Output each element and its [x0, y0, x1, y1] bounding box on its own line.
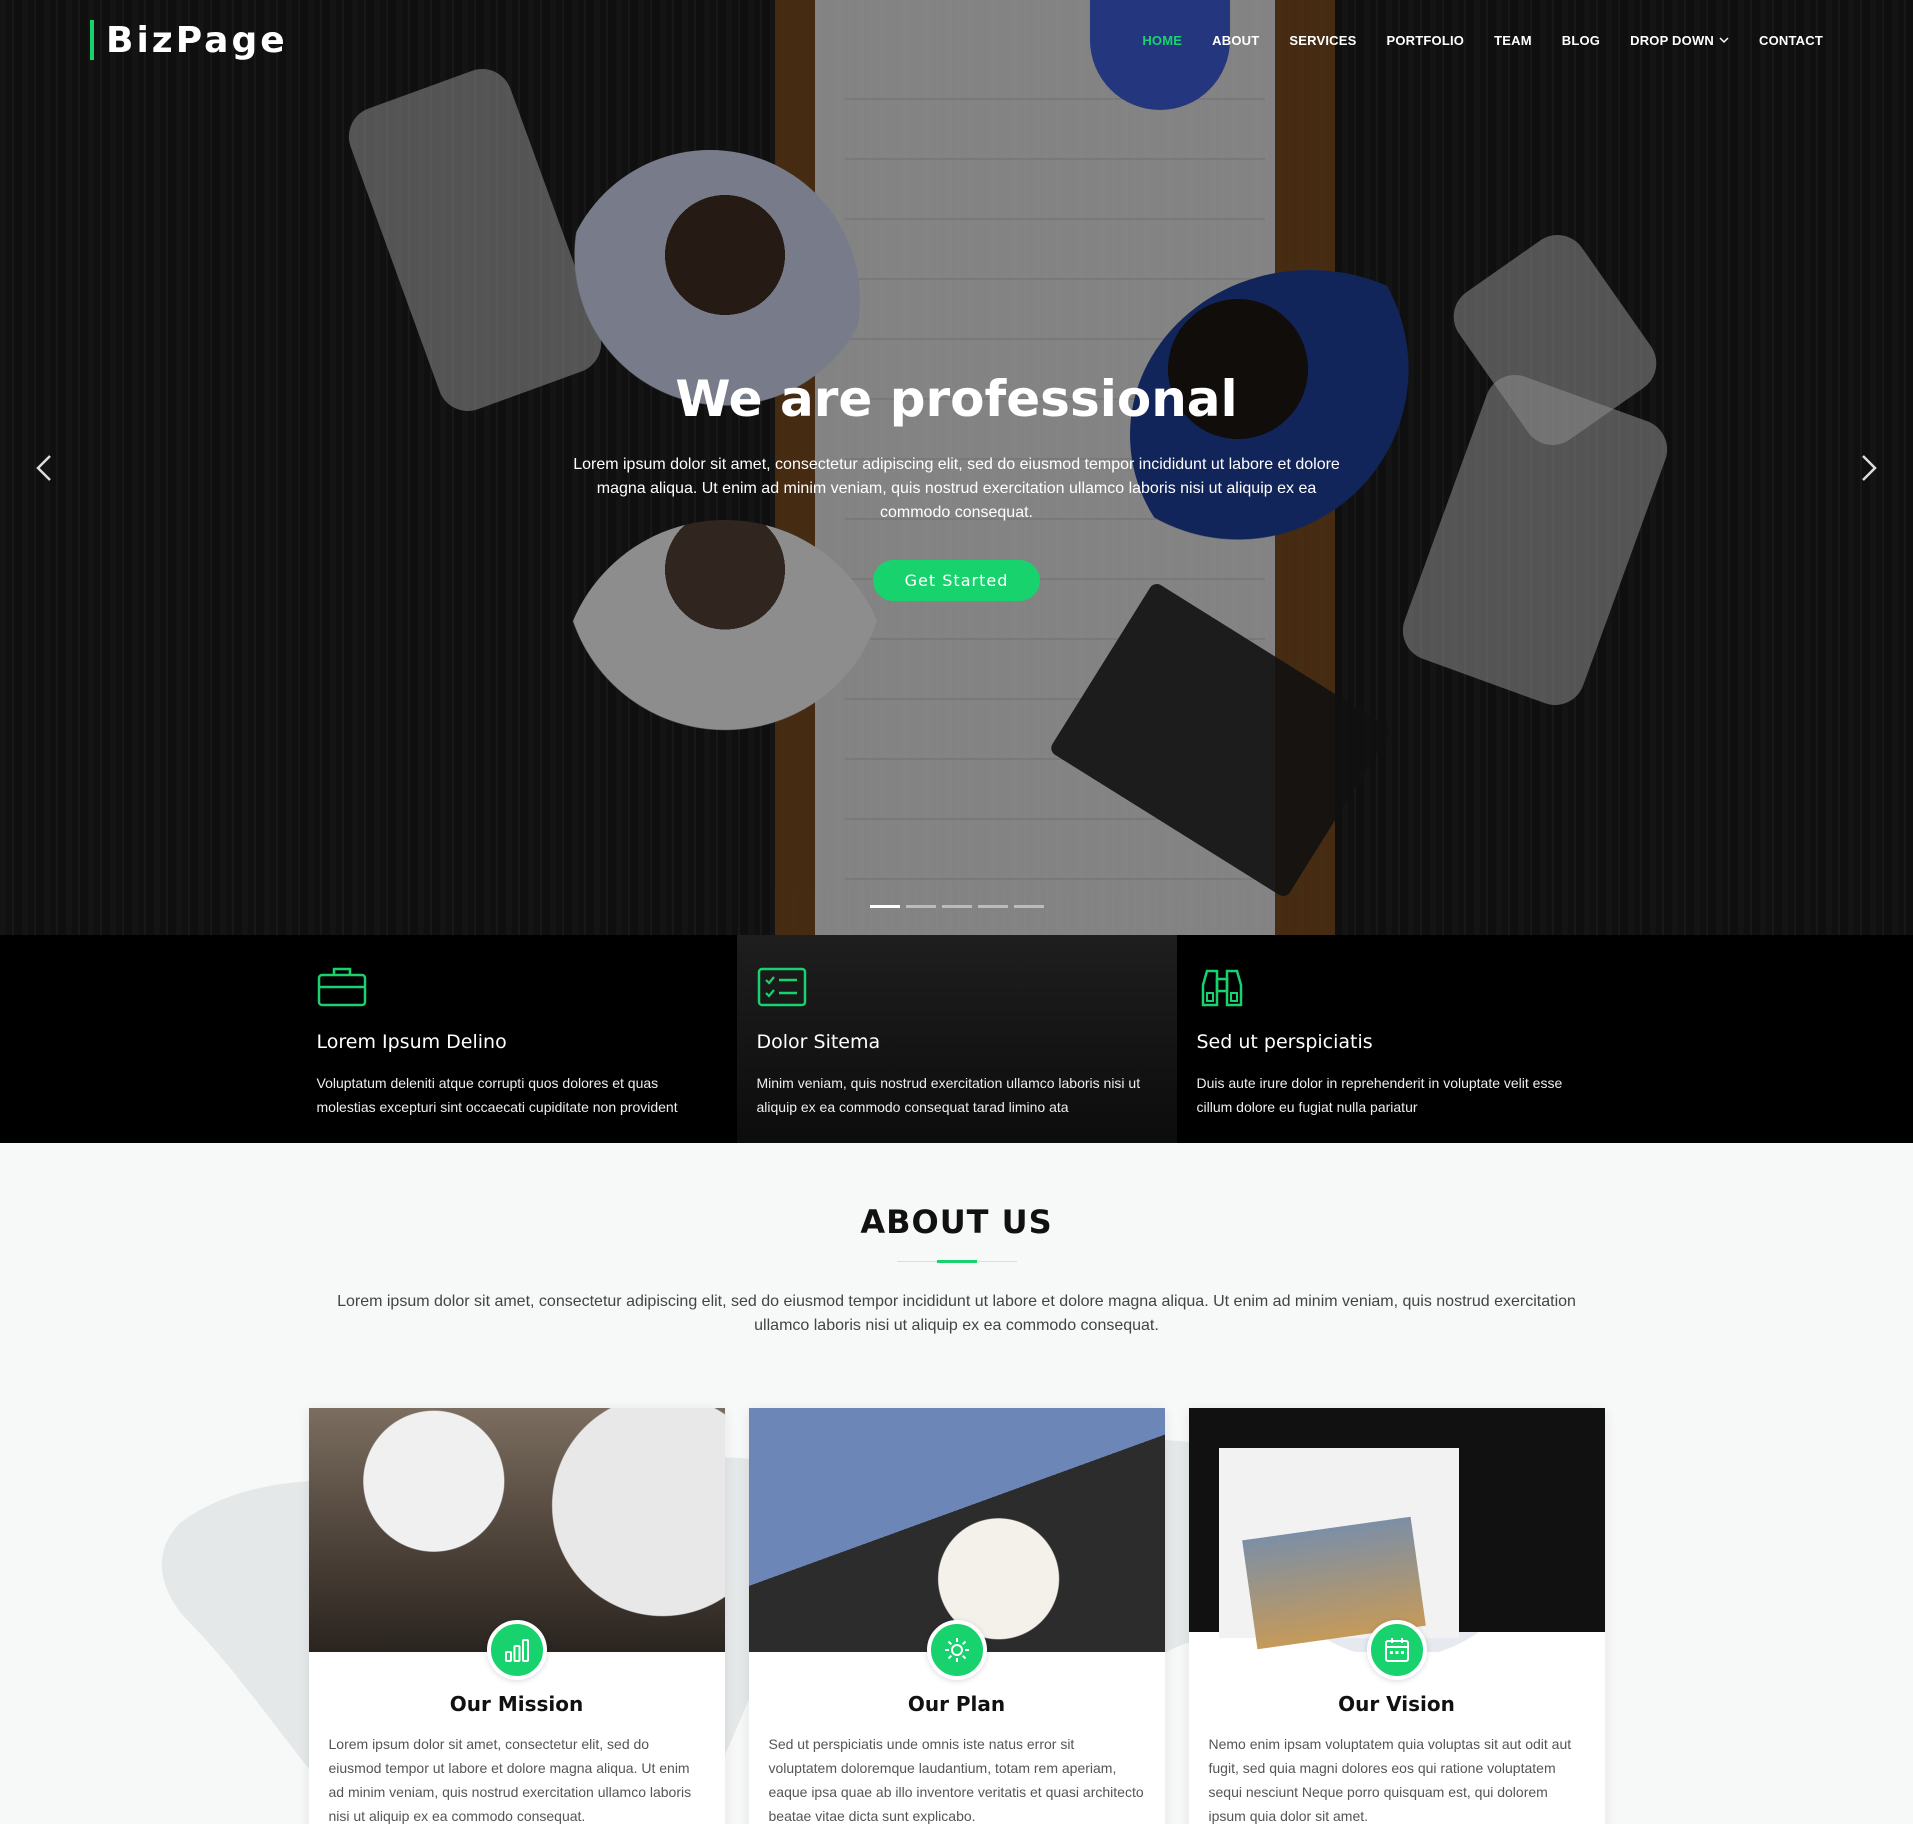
title-divider — [896, 1260, 1017, 1263]
featured-services: Lorem Ipsum Delino Voluptatum deleniti a… — [0, 935, 1913, 1143]
card-badge — [926, 1620, 987, 1680]
feature-text: Voluptatum deleniti atque corrupti quos … — [316, 1075, 678, 1115]
about-intro: Lorem ipsum dolor sit amet, consectetur … — [337, 1293, 1576, 1334]
feature-title: Lorem Ipsum Delino — [316, 1031, 507, 1053]
carousel-indicator[interactable] — [942, 905, 972, 908]
card-image — [308, 1408, 725, 1652]
page: BizPage HOME ABOUT SERVICES PORTFOLIO TE… — [0, 0, 1913, 1824]
nav-services[interactable]: SERVICES — [1289, 33, 1356, 48]
carousel-indicator[interactable] — [1014, 905, 1044, 908]
nav-dropdown[interactable]: DROP DOWN — [1630, 33, 1729, 48]
feature-item: Sed ut perspiciatis Duis aute irure dolo… — [1177, 935, 1617, 1143]
card-text: Sed ut perspiciatis unde omnis iste natu… — [768, 1736, 1144, 1824]
nav-contact[interactable]: CONTACT — [1759, 33, 1823, 48]
card-text: Nemo enim ipsam voluptatem quia voluptas… — [1208, 1736, 1572, 1824]
logo-text: BizPage — [106, 19, 288, 61]
card-badge — [1366, 1620, 1427, 1680]
about-title: ABOUT US — [860, 1203, 1053, 1241]
logo-accent-bar — [90, 20, 94, 60]
card-image — [748, 1408, 1165, 1652]
site-header: BizPage HOME ABOUT SERVICES PORTFOLIO TE… — [0, 0, 1913, 80]
nav-team[interactable]: TEAM — [1494, 33, 1532, 48]
about-card-mission: Our Mission Lorem ipsum dolor sit amet, … — [308, 1408, 725, 1824]
carousel-indicators — [870, 905, 1044, 908]
card-title: Our Plan — [907, 1692, 1006, 1716]
feature-item: Dolor Sitema Minim veniam, quis nostrud … — [736, 935, 1177, 1143]
checklist-icon — [757, 967, 806, 1007]
nav-about[interactable]: ABOUT — [1212, 33, 1259, 48]
title-divider-accent — [936, 1260, 977, 1263]
card-title: Our Mission — [449, 1692, 584, 1716]
carousel-indicator[interactable] — [906, 905, 936, 908]
feature-item: Lorem Ipsum Delino Voluptatum deleniti a… — [297, 935, 737, 1143]
feature-title: Dolor Sitema — [756, 1031, 881, 1053]
hero-content: We are professional Lorem ipsum dolor si… — [0, 370, 1913, 601]
about-card-plan: Our Plan Sed ut perspiciatis unde omnis … — [748, 1408, 1165, 1824]
briefcase-icon — [317, 967, 366, 1007]
site-logo[interactable]: BizPage — [90, 20, 288, 61]
card-title: Our Vision — [1338, 1692, 1455, 1716]
nav-portfolio[interactable]: PORTFOLIO — [1386, 33, 1464, 48]
carousel-indicator[interactable] — [870, 905, 900, 908]
feature-text: Duis aute irure dolor in reprehenderit i… — [1196, 1075, 1563, 1115]
bar-chart-icon — [504, 1639, 529, 1662]
sun-icon — [944, 1638, 969, 1662]
main-nav: HOME ABOUT SERVICES PORTFOLIO TEAM BLOG … — [1142, 33, 1823, 48]
hero-text: Lorem ipsum dolor sit amet, consectetur … — [573, 456, 1340, 521]
about-section: ABOUT US Lorem ipsum dolor sit amet, con… — [0, 1143, 1913, 1824]
nav-dropdown-label: DROP DOWN — [1630, 32, 1715, 48]
hero-title: We are professional — [675, 370, 1238, 428]
feature-text: Minim veniam, quis nostrud exercitation … — [756, 1075, 1141, 1115]
hero-section: BizPage HOME ABOUT SERVICES PORTFOLIO TE… — [0, 0, 1913, 935]
calendar-icon — [1384, 1638, 1409, 1662]
card-image — [1188, 1408, 1605, 1652]
feature-title: Sed ut perspiciatis — [1196, 1031, 1373, 1053]
nav-home[interactable]: HOME — [1142, 33, 1182, 48]
about-card-vision: Our Vision Nemo enim ipsam voluptatem qu… — [1188, 1408, 1605, 1824]
about-cards: Our Mission Lorem ipsum dolor sit amet, … — [0, 1408, 1913, 1824]
nav-blog[interactable]: BLOG — [1562, 33, 1600, 48]
get-started-button[interactable]: Get Started — [872, 560, 1041, 601]
binoculars-icon — [1201, 969, 1242, 1007]
carousel-indicator[interactable] — [978, 905, 1008, 908]
card-text: Lorem ipsum dolor sit amet, consectetur … — [328, 1736, 692, 1824]
chevron-down-icon — [1719, 37, 1729, 44]
card-badge — [486, 1620, 547, 1680]
